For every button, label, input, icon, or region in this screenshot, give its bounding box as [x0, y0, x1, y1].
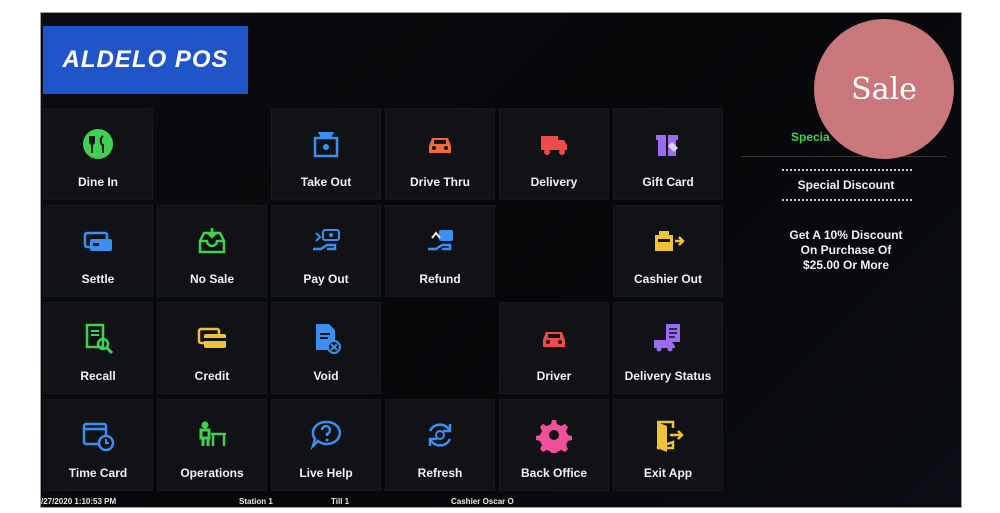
empty-tile [385, 302, 495, 394]
tile-label: Driver [536, 369, 572, 383]
stars-divider-bottom [781, 198, 913, 202]
tile-no-sale[interactable]: No Sale [157, 205, 267, 297]
tile-label: Cashier Out [633, 272, 702, 286]
refund-icon [422, 206, 458, 264]
dine-in-icon [80, 109, 116, 167]
gift-card-icon [650, 109, 686, 167]
cashier-out-icon [650, 206, 686, 264]
tile-label: Recall [80, 369, 116, 383]
recall-icon [80, 303, 116, 361]
tile-label: Live Help [299, 466, 353, 480]
credit-icon [194, 303, 230, 361]
back-office-gear-icon [536, 400, 572, 458]
aldelo-logo: ALDELO POS [43, 26, 248, 94]
tile-drive-thru[interactable]: Drive Thru [385, 108, 495, 200]
special-description: Get A 10% Discount On Purchase Of $25.00… [741, 228, 951, 273]
delivery-status-icon [650, 303, 686, 361]
no-sale-icon [194, 206, 230, 264]
tile-driver[interactable]: Driver [499, 302, 609, 394]
time-card-icon [80, 400, 116, 458]
tile-cashier-out[interactable]: Cashier Out [613, 205, 723, 297]
tile-label: Delivery Status [624, 369, 712, 383]
tile-label: Credit [194, 369, 230, 383]
tile-pay-out[interactable]: Pay Out [271, 205, 381, 297]
tile-recall[interactable]: Recall [43, 302, 153, 394]
tile-dine-in[interactable]: Dine In [43, 108, 153, 200]
status-bar: /27/2020 1:10:53 PM Station 1 Till 1 Cas… [41, 495, 961, 507]
tile-void[interactable]: Void [271, 302, 381, 394]
tile-label: Refresh [417, 466, 463, 480]
status-datetime: /27/2020 1:10:53 PM [41, 497, 117, 506]
tile-gift-card[interactable]: Gift Card [613, 108, 723, 200]
specials-panel: Specia Special Discount Get A 10% Discou… [741, 118, 951, 498]
special-line-1: Get A 10% Discount [789, 228, 903, 242]
special-line-2: On Purchase Of [800, 243, 892, 257]
function-button-grid: Dine In Take Out Drive Thru Delivery Gift Ca… [41, 108, 727, 493]
status-till: Till 1 [331, 497, 350, 506]
special-line-3: $25.00 Or More [802, 258, 890, 272]
tile-exit-app[interactable]: Exit App [613, 399, 723, 491]
void-icon [308, 303, 344, 361]
tile-label: Drive Thru [409, 175, 470, 189]
take-out-icon [308, 109, 344, 167]
status-cashier: Cashier Oscar O [451, 497, 514, 506]
tile-label: Pay Out [303, 272, 349, 286]
tile-label: Delivery [530, 175, 578, 189]
refresh-icon [422, 400, 458, 458]
pay-out-icon [308, 206, 344, 264]
tile-label: Exit App [643, 466, 693, 480]
tile-live-help[interactable]: Live Help [271, 399, 381, 491]
tile-time-card[interactable]: Time Card [43, 399, 153, 491]
tile-take-out[interactable]: Take Out [271, 108, 381, 200]
tile-refresh[interactable]: Refresh [385, 399, 495, 491]
sale-badge: Sale [814, 19, 954, 159]
tile-delivery-status[interactable]: Delivery Status [613, 302, 723, 394]
drive-thru-icon [422, 109, 458, 167]
empty-tile [499, 205, 609, 297]
tile-label: No Sale [189, 272, 234, 286]
tile-credit[interactable]: Credit [157, 302, 267, 394]
tile-label: Take Out [300, 175, 352, 189]
tile-operations[interactable]: Operations [157, 399, 267, 491]
live-help-icon [308, 400, 344, 458]
empty-tile [157, 108, 267, 200]
status-station: Station 1 [239, 497, 273, 506]
tile-label: Dine In [77, 175, 118, 189]
specials-divider [741, 156, 946, 157]
tile-back-office[interactable]: Back Office [499, 399, 609, 491]
operations-icon [194, 400, 230, 458]
tile-label: Refund [419, 272, 461, 286]
settle-icon [80, 206, 116, 264]
tile-label: Operations [180, 466, 244, 480]
exit-app-icon [650, 400, 686, 458]
tile-label: Back Office [520, 466, 588, 480]
tile-delivery[interactable]: Delivery [499, 108, 609, 200]
specials-header: Specia [791, 130, 830, 144]
tile-settle[interactable]: Settle [43, 205, 153, 297]
tile-label: Settle [81, 272, 115, 286]
tile-refund[interactable]: Refund [385, 205, 495, 297]
driver-icon [536, 303, 572, 361]
delivery-truck-icon [536, 109, 572, 167]
special-title: Special Discount [797, 178, 895, 192]
stars-divider-top [781, 168, 913, 172]
tile-label: Gift Card [642, 175, 694, 189]
tile-label: Void [313, 369, 339, 383]
tile-label: Time Card [68, 466, 128, 480]
